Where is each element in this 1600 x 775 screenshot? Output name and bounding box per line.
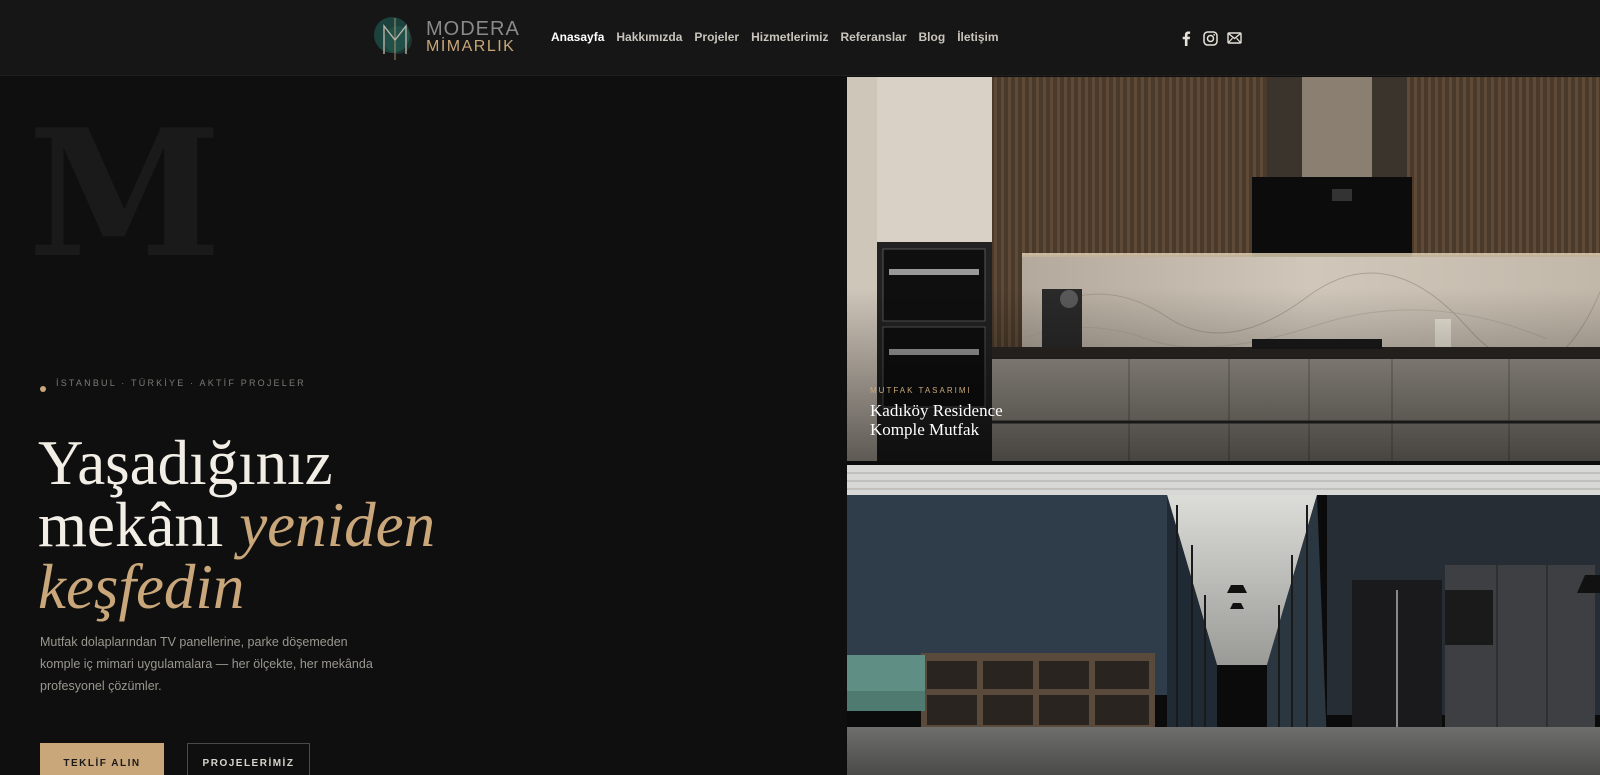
hero-section: M İSTANBUL · TÜRKİYE · AKTİF PROJELER Ya…: [0, 77, 846, 775]
project-card-caption: MUTFAK TASARIMI Kadıköy Residence Komple…: [870, 386, 1003, 439]
brand-logo[interactable]: MODERA MİMARLIK: [372, 14, 520, 62]
logo-name-line2: MİMARLIK: [426, 38, 516, 55]
project-gallery: MUTFAK TASARIMI Kadıköy Residence Komple…: [847, 77, 1600, 775]
location-text: İSTANBUL · TÜRKİYE · AKTİF PROJELER: [56, 378, 306, 388]
nav-item-hizmetlerimiz[interactable]: Hizmetlerimiz: [751, 30, 828, 44]
nav-item-referanslar[interactable]: Referanslar: [840, 30, 906, 44]
nav-item-anasayfa[interactable]: Anasayfa: [551, 30, 604, 44]
instagram-icon[interactable]: [1202, 30, 1218, 46]
projects-button[interactable]: PROJELERİMİZ: [187, 743, 310, 775]
background-monogram: M: [28, 92, 222, 297]
project-title-line2: Komple Mutfak: [870, 420, 980, 439]
hero-headline: Yaşadığınız mekânı yeniden keşfedin: [38, 432, 436, 619]
get-quote-button[interactable]: TEKLİF ALIN: [40, 743, 164, 775]
location-dot-icon: [40, 386, 46, 392]
main-nav: Anasayfa Hakkımızda Projeler Hizmetlerim…: [551, 30, 1011, 44]
nav-item-hakkimizda[interactable]: Hakkımızda: [616, 30, 682, 44]
headline-line2-plain: mekânı: [38, 490, 240, 560]
social-links: [1178, 30, 1242, 46]
location-tagline: İSTANBUL · TÜRKİYE · AKTİF PROJELER: [40, 374, 306, 392]
nav-item-iletisim[interactable]: İletişim: [957, 30, 998, 44]
project-category: MUTFAK TASARIMI: [870, 386, 972, 395]
nav-item-blog[interactable]: Blog: [919, 30, 946, 44]
hero-description: Mutfak dolaplarından TV panellerine, par…: [40, 635, 373, 693]
headline-line2-accent: yeniden: [239, 490, 436, 560]
headline-line1: Yaşadığınız: [38, 428, 333, 498]
site-header: MODERA MİMARLIK Anasayfa Hakkımızda Proj…: [0, 0, 1600, 76]
facebook-icon[interactable]: [1178, 30, 1194, 46]
project-card-office[interactable]: [847, 465, 1600, 775]
logo-name-line1: MODERA: [426, 18, 520, 40]
mail-icon[interactable]: [1226, 30, 1242, 46]
project-title-line1: Kadıköy Residence: [870, 401, 1003, 420]
headline-line3-accent: keşfedin: [38, 552, 245, 622]
office-photo: [847, 465, 1600, 775]
nav-item-projeler[interactable]: Projeler: [694, 30, 739, 44]
project-card-kitchen[interactable]: MUTFAK TASARIMI Kadıköy Residence Komple…: [847, 77, 1600, 461]
logo-mark-icon: [374, 17, 412, 60]
